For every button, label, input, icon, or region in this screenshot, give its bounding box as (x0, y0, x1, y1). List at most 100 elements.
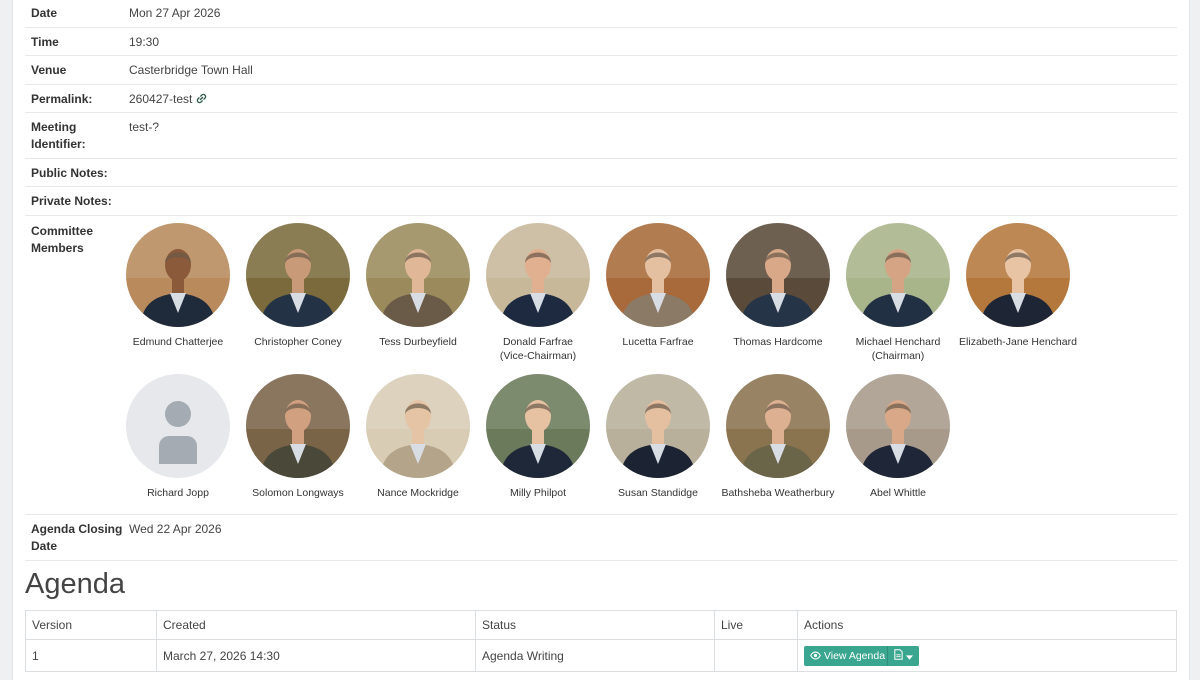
committee-member-card[interactable]: Richard Jopp (118, 374, 238, 525)
committee-label-line1: Committee (31, 224, 94, 238)
avatar (606, 223, 710, 327)
permalink-label: Permalink: (31, 92, 93, 106)
committee-member-card[interactable]: Abel Whittle (838, 374, 958, 525)
avatar (726, 374, 830, 478)
committee-member-card[interactable]: Donald Farfrae (Vice-Chairman) (478, 223, 598, 374)
time-row: Time 19:30 (25, 28, 1177, 56)
committee-member-card[interactable]: Milly Philpot (478, 374, 598, 525)
public-notes-row: Public Notes: (25, 159, 1177, 187)
avatar (726, 223, 830, 327)
avatar (366, 374, 470, 478)
committee-member-card[interactable]: Elizabeth-Jane Henchard (958, 223, 1078, 374)
view-agenda-label: View Agenda (823, 649, 886, 662)
private-notes-row: Private Notes: (25, 187, 1177, 216)
committee-member-card[interactable]: Lucetta Farfrae (598, 223, 718, 374)
member-name: Donald Farfrae (502, 336, 574, 348)
col-header-live: Live (714, 610, 798, 640)
committee-members-row: Committee Members Edmund Chatterjee Chris… (25, 216, 1177, 515)
committee-member-card[interactable]: Solomon Longways (238, 374, 358, 525)
committee-member-card[interactable]: Tess Durbeyfield (358, 223, 478, 374)
committee-members-grid: Edmund Chatterjee Christopher Coney Tess D… (118, 223, 1078, 525)
col-header-version: Version (25, 610, 157, 640)
eye-icon (810, 650, 821, 662)
member-name: Christopher Coney (254, 336, 342, 348)
member-name: Milly Philpot (509, 487, 567, 499)
user-silhouette-icon (126, 374, 230, 478)
member-name: Lucetta Farfrae (622, 336, 694, 348)
member-name: Richard Jopp (147, 487, 209, 499)
agenda-table-header-row: Version Created Status Live Actions (25, 610, 1177, 640)
avatar (246, 374, 350, 478)
cell-created: March 27, 2026 14:30 (156, 639, 476, 672)
meeting-details-panel: Date Mon 27 Apr 2026 Time 19:30 Venue Ca… (12, 0, 1190, 680)
member-name: Elizabeth-Jane Henchard (959, 336, 1077, 348)
link-icon[interactable] (196, 92, 207, 109)
member-name: Bathsheba Weatherbury (721, 487, 835, 499)
member-role: (Vice-Chairman) (499, 350, 577, 362)
committee-member-card[interactable]: Christopher Coney (238, 223, 358, 374)
member-name: Susan Standidge (618, 487, 698, 499)
meeting-identifier-value: test-? (129, 120, 160, 134)
committee-member-card[interactable]: Thomas Hardcome (718, 223, 838, 374)
venue-row: Venue Casterbridge Town Hall (25, 56, 1177, 85)
member-name: Solomon Longways (252, 487, 344, 499)
committee-members-grid-wrap: Edmund Chatterjee Christopher Coney Tess D… (126, 223, 1177, 514)
member-role: (Chairman) (871, 350, 925, 362)
member-name: Abel Whittle (869, 487, 927, 499)
private-notes-label: Private Notes: (31, 194, 112, 208)
document-icon (894, 648, 903, 661)
closing-label-line1: Agenda Closing (31, 522, 123, 536)
meeting-identifier-label-line1: Meeting (31, 120, 77, 134)
date-row: Date Mon 27 Apr 2026 (25, 0, 1177, 28)
venue-label: Venue (31, 63, 67, 77)
member-name: Tess Durbeyfield (379, 336, 457, 348)
agenda-table: Version Created Status Live Actions 1 Ma… (25, 610, 1177, 672)
closing-label-line2: Date (31, 539, 58, 553)
member-name: Nance Mockridge (377, 487, 459, 499)
avatar (846, 223, 950, 327)
agenda-heading: Agenda (25, 568, 125, 600)
committee-member-card[interactable]: Nance Mockridge (358, 374, 478, 525)
committee-member-card[interactable]: Susan Standidge (598, 374, 718, 525)
date-value: Mon 27 Apr 2026 (129, 6, 221, 20)
meeting-identifier-row: Meeting Identifier: test-? (25, 113, 1177, 159)
avatar (486, 223, 590, 327)
avatar (366, 223, 470, 327)
view-agenda-button[interactable]: View Agenda (804, 645, 892, 666)
avatar (246, 223, 350, 327)
agenda-closing-date-value: Wed 22 Apr 2026 (129, 522, 222, 536)
meeting-identifier-label-line2: Identifier: (31, 137, 86, 151)
agenda-document-dropdown-button[interactable] (887, 645, 919, 666)
member-name: Michael Henchard (855, 336, 941, 348)
committee-member-card[interactable]: Edmund Chatterjee (118, 223, 238, 374)
avatar (606, 374, 710, 478)
table-row: 1 March 27, 2026 14:30 Agenda Writing Vi… (25, 639, 1177, 672)
committee-label-line2: Members (31, 241, 84, 255)
avatar (486, 374, 590, 478)
committee-member-card[interactable]: Bathsheba Weatherbury (718, 374, 838, 525)
permalink-value-wrap: 260427-test (129, 91, 1177, 112)
public-notes-label: Public Notes: (31, 166, 108, 180)
cell-live (714, 639, 798, 672)
avatar (126, 223, 230, 327)
col-header-actions: Actions (797, 610, 1177, 640)
cell-version: 1 (25, 639, 157, 672)
time-label: Time (31, 35, 59, 49)
time-value: 19:30 (129, 35, 160, 49)
permalink-value[interactable]: 260427-test (129, 92, 192, 106)
agenda-closing-date-row: Agenda Closing Date Wed 22 Apr 2026 (25, 515, 1177, 561)
caret-down-icon (905, 650, 913, 661)
member-name: Edmund Chatterjee (132, 336, 224, 348)
committee-members-label: Committee Members (25, 223, 129, 514)
cell-status: Agenda Writing (475, 639, 715, 672)
avatar (966, 223, 1070, 327)
date-label: Date (31, 6, 58, 20)
committee-member-card[interactable]: Michael Henchard (Chairman) (838, 223, 958, 374)
permalink-row: Permalink: 260427-test (25, 85, 1177, 113)
cell-actions: View Agenda (797, 639, 1177, 672)
member-name: Thomas Hardcome (733, 336, 823, 348)
meeting-details-list: Date Mon 27 Apr 2026 Time 19:30 Venue Ca… (25, 0, 1177, 561)
meeting-identifier-label: Meeting Identifier: (25, 119, 129, 158)
col-header-created: Created (156, 610, 476, 640)
agenda-closing-date-label: Agenda Closing Date (25, 521, 129, 560)
